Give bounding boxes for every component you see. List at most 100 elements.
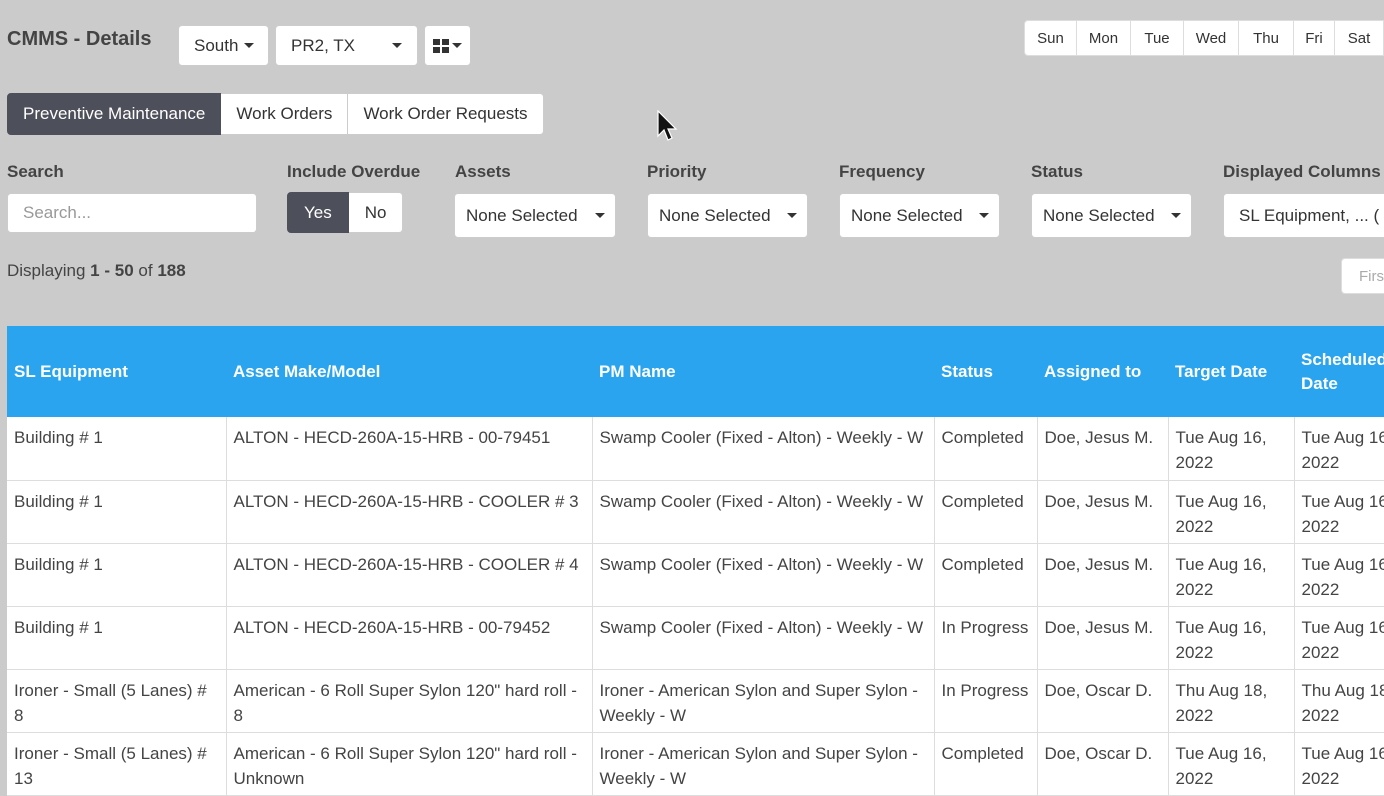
cell-pm-name: Ironer - American Sylon and Super Sylon …	[592, 669, 935, 733]
displayed-columns-dropdown[interactable]: SL Equipment, ... (	[1223, 193, 1384, 238]
cell-sl-equipment: Building # 1	[7, 480, 227, 544]
priority-label: Priority	[647, 162, 707, 181]
include-overdue-label: Include Overdue	[287, 162, 421, 181]
cell-assigned-to: Doe, Oscar D.	[1037, 669, 1169, 733]
column-header-target-date[interactable]: Target Date	[1168, 326, 1294, 417]
column-header-status[interactable]: Status	[934, 326, 1037, 417]
table-row[interactable]: Ironer - Small (5 Lanes) # 13 American -…	[7, 732, 1384, 796]
frequency-dropdown-value: None Selected	[851, 205, 963, 225]
cell-asset-make-model: ALTON - HECD-260A-15-HRB - 00-79451	[226, 417, 593, 481]
cell-pm-name: Swamp Cooler (Fixed - Alton) - Weekly - …	[592, 417, 935, 481]
displayed-columns-value: SL Equipment, ... (	[1239, 205, 1380, 225]
search-input[interactable]	[7, 193, 257, 233]
tab-work-order-requests[interactable]: Work Order Requests	[348, 93, 544, 135]
assets-dropdown[interactable]: None Selected	[454, 193, 616, 238]
cell-assigned-to: Doe, Jesus M.	[1037, 543, 1169, 607]
status-dropdown[interactable]: None Selected	[1031, 193, 1192, 238]
cell-target-date: Tue Aug 16, 2022	[1168, 417, 1295, 481]
table-row[interactable]: Building # 1 ALTON - HECD-260A-15-HRB - …	[7, 417, 1384, 481]
cell-scheduled-date: Tue Aug 16, 2022	[1294, 543, 1384, 607]
search-label: Search	[7, 162, 64, 181]
pagination-prefix: Displaying	[7, 261, 86, 280]
day-thu[interactable]: Thu	[1239, 20, 1294, 56]
mouse-cursor-icon	[657, 110, 678, 141]
cell-status: Completed	[934, 543, 1038, 607]
frequency-dropdown[interactable]: None Selected	[839, 193, 1000, 238]
column-header-assigned-to[interactable]: Assigned to	[1037, 326, 1168, 417]
pagination-total: 188	[157, 261, 186, 280]
pagination-summary: Displaying 1 - 50 of 188	[7, 261, 186, 281]
cell-assigned-to: Doe, Jesus M.	[1037, 606, 1169, 670]
column-header-asset-make-model[interactable]: Asset Make/Model	[226, 326, 592, 417]
region-dropdown-value: South	[194, 35, 239, 55]
day-sun[interactable]: Sun	[1024, 20, 1077, 56]
day-wed[interactable]: Wed	[1184, 20, 1239, 56]
status-label: Status	[1031, 162, 1083, 181]
first-page-button[interactable]: First	[1341, 258, 1384, 294]
caret-down-icon	[787, 213, 797, 218]
cell-asset-make-model: ALTON - HECD-260A-15-HRB - COOLER # 3	[226, 480, 593, 544]
cell-target-date: Thu Aug 18, 2022	[1168, 669, 1295, 733]
cell-pm-name: Swamp Cooler (Fixed - Alton) - Weekly - …	[592, 480, 935, 544]
caret-down-icon	[452, 43, 462, 48]
cell-sl-equipment: Ironer - Small (5 Lanes) # 8	[7, 669, 227, 733]
cell-sl-equipment: Building # 1	[7, 417, 227, 481]
column-header-scheduled-date[interactable]: Scheduled Date	[1294, 326, 1384, 417]
region-dropdown[interactable]: South	[178, 25, 269, 66]
column-header-sl-equipment[interactable]: SL Equipment	[7, 326, 226, 417]
table-row[interactable]: Building # 1 ALTON - HECD-260A-15-HRB - …	[7, 543, 1384, 607]
cell-asset-make-model: American - 6 Roll Super Sylon 120" hard …	[226, 732, 593, 796]
column-header-pm-name[interactable]: PM Name	[592, 326, 934, 417]
grid-icon	[433, 38, 449, 53]
cell-target-date: Tue Aug 16, 2022	[1168, 480, 1295, 544]
tab-work-orders[interactable]: Work Orders	[221, 93, 349, 135]
cell-sl-equipment: Building # 1	[7, 543, 227, 607]
tab-bar: Preventive Maintenance Work Orders Work …	[7, 93, 544, 135]
view-toggle-button[interactable]	[424, 25, 471, 66]
caret-down-icon	[595, 213, 605, 218]
cell-scheduled-date: Tue Aug 16, 2022	[1294, 417, 1384, 481]
displayed-columns-label: Displayed Columns	[1223, 162, 1381, 181]
cell-status: Completed	[934, 417, 1038, 481]
site-dropdown-value: PR2, TX	[291, 35, 355, 55]
status-dropdown-value: None Selected	[1043, 205, 1155, 225]
cell-pm-name: Ironer - American Sylon and Super Sylon …	[592, 732, 935, 796]
cell-assigned-to: Doe, Oscar D.	[1037, 732, 1169, 796]
site-dropdown[interactable]: PR2, TX	[275, 25, 418, 66]
cell-target-date: Tue Aug 16, 2022	[1168, 732, 1295, 796]
cell-pm-name: Swamp Cooler (Fixed - Alton) - Weekly - …	[592, 543, 935, 607]
day-sat[interactable]: Sat	[1335, 20, 1384, 56]
cell-asset-make-model: ALTON - HECD-260A-15-HRB - COOLER # 4	[226, 543, 593, 607]
cell-sl-equipment: Ironer - Small (5 Lanes) # 13	[7, 732, 227, 796]
caret-down-icon	[244, 43, 255, 48]
overdue-no-button[interactable]: No	[348, 192, 404, 233]
frequency-label: Frequency	[839, 162, 925, 181]
cell-asset-make-model: ALTON - HECD-260A-15-HRB - 00-79452	[226, 606, 593, 670]
cell-sl-equipment: Building # 1	[7, 606, 227, 670]
pm-table: SL Equipment Asset Make/Model PM Name St…	[7, 326, 1384, 796]
cell-pm-name: Swamp Cooler (Fixed - Alton) - Weekly - …	[592, 606, 935, 670]
table-row[interactable]: Building # 1 ALTON - HECD-260A-15-HRB - …	[7, 480, 1384, 544]
day-tue[interactable]: Tue	[1131, 20, 1184, 56]
pagination-of: of	[138, 261, 153, 280]
include-overdue-toggle: Yes No	[287, 192, 404, 233]
priority-dropdown[interactable]: None Selected	[647, 193, 808, 238]
cell-status: Completed	[934, 732, 1038, 796]
pm-table-container: SL Equipment Asset Make/Model PM Name St…	[7, 326, 1384, 796]
cell-scheduled-date: Thu Aug 18, 2022	[1294, 669, 1384, 733]
cell-assigned-to: Doe, Jesus M.	[1037, 480, 1169, 544]
tab-preventive-maintenance[interactable]: Preventive Maintenance	[7, 93, 222, 135]
overdue-yes-button[interactable]: Yes	[287, 192, 349, 233]
table-row[interactable]: Ironer - Small (5 Lanes) # 8 American - …	[7, 669, 1384, 733]
day-mon[interactable]: Mon	[1077, 20, 1131, 56]
caret-down-icon	[1171, 213, 1181, 218]
cell-target-date: Tue Aug 16, 2022	[1168, 543, 1295, 607]
cell-target-date: Tue Aug 16, 2022	[1168, 606, 1295, 670]
cell-status: In Progress	[934, 669, 1038, 733]
cell-scheduled-date: Tue Aug 16, 2022	[1294, 606, 1384, 670]
assets-dropdown-value: None Selected	[466, 205, 578, 225]
pagination-range: 1 - 50	[90, 261, 134, 280]
table-row[interactable]: Building # 1 ALTON - HECD-260A-15-HRB - …	[7, 606, 1384, 670]
caret-down-icon	[392, 43, 402, 48]
day-fri[interactable]: Fri	[1294, 20, 1335, 56]
